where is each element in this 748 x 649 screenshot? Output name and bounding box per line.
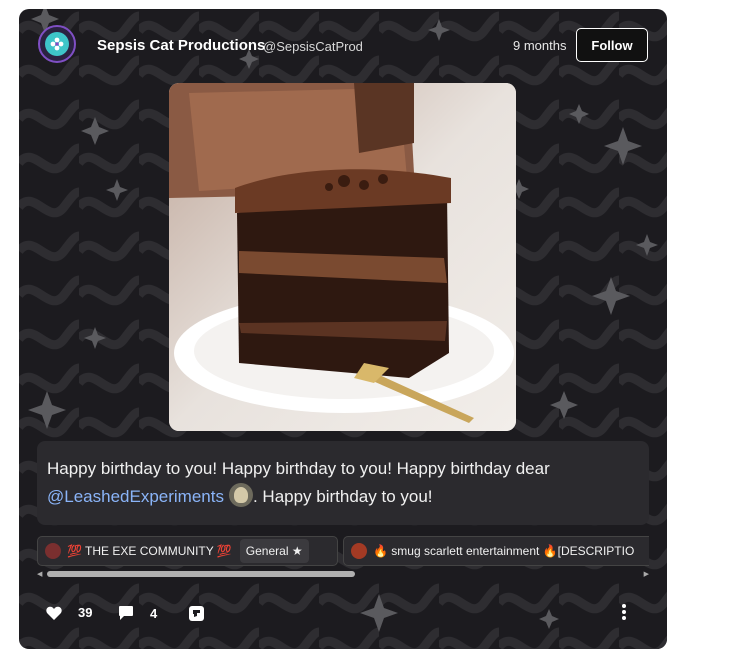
scroll-left-arrow-icon[interactable]: ◀ bbox=[37, 570, 42, 578]
reblog-icon bbox=[189, 606, 204, 621]
community-avatar bbox=[45, 543, 61, 559]
author-handle[interactable]: @SepsisCatProd bbox=[263, 39, 363, 54]
post-image[interactable] bbox=[169, 83, 516, 431]
community-chip-exe[interactable]: 💯 THE EXE COMMUNITY 💯 General ★ bbox=[37, 536, 338, 566]
community-avatar bbox=[351, 543, 367, 559]
more-vertical-icon bbox=[622, 604, 626, 620]
post-card: Sepsis Cat Productions @SepsisCatProd 9 … bbox=[19, 9, 667, 649]
category-general[interactable]: General ★ bbox=[239, 539, 309, 563]
comment-icon bbox=[119, 606, 133, 620]
community-chip-label: 💯 THE EXE COMMUNITY 💯 bbox=[67, 544, 232, 558]
cake-photo bbox=[169, 83, 516, 431]
like-button[interactable]: 39 bbox=[46, 605, 92, 620]
flower-icon bbox=[45, 32, 69, 56]
like-count: 39 bbox=[78, 605, 93, 620]
comment-button[interactable]: 4 bbox=[118, 605, 157, 621]
tags-scrollbar[interactable]: ◀ ▶ bbox=[37, 570, 649, 578]
post-body: Happy birthday to you! Happy birthday to… bbox=[37, 441, 649, 525]
more-options-button[interactable] bbox=[621, 603, 627, 621]
author-name[interactable]: Sepsis Cat Productions bbox=[97, 37, 265, 54]
post-timestamp[interactable]: 9 months bbox=[513, 38, 566, 53]
post-text-before: Happy birthday to you! Happy birthday to… bbox=[47, 459, 550, 478]
scroll-right-arrow-icon[interactable]: ▶ bbox=[644, 570, 649, 578]
community-chip-scarlett[interactable]: 🔥 smug scarlett entertainment 🔥[DESCRIPT… bbox=[343, 536, 649, 566]
heart-icon bbox=[46, 606, 62, 620]
post-text-after: . Happy birthday to you! bbox=[252, 487, 433, 506]
mention-avatar[interactable] bbox=[228, 483, 253, 507]
follow-button[interactable]: Follow bbox=[576, 28, 648, 62]
comment-count: 4 bbox=[150, 605, 158, 621]
scrollbar-thumb[interactable] bbox=[47, 571, 355, 577]
user-mention-link[interactable]: @LeashedExperiments bbox=[47, 487, 224, 506]
community-chip-label: 🔥 smug scarlett entertainment 🔥[DESCRIPT… bbox=[373, 544, 635, 558]
community-tags: 💯 THE EXE COMMUNITY 💯 General ★ 🔥 smug s… bbox=[37, 536, 649, 566]
author-avatar[interactable] bbox=[38, 25, 76, 63]
reblog-button[interactable] bbox=[188, 605, 205, 622]
